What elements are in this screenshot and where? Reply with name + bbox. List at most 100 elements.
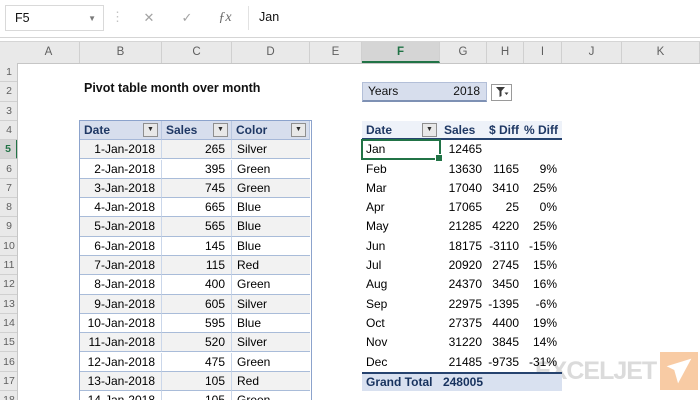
source-cell[interactable]: 745 [162,178,232,199]
pivot-cell[interactable]: Nov [362,333,440,352]
source-cell[interactable]: 105 [162,371,232,392]
source-cell[interactable]: Green [232,352,310,372]
pivot-cell[interactable]: 17065 [440,198,487,217]
pivot-cell[interactable]: 27375 [440,314,487,333]
row-header-9[interactable]: 9 [0,217,17,237]
source-cell[interactable]: Green [232,178,310,199]
row-header-5[interactable]: 5 [0,140,17,160]
pivot-cell[interactable]: 16% [524,275,562,294]
formula-input[interactable]: Jan [259,10,279,24]
pivot-cell[interactable]: 21485 [440,353,487,372]
column-header-J[interactable]: J [562,42,622,63]
row-header-6[interactable]: 6 [0,159,17,179]
source-header-color[interactable]: Color ▼ [232,120,310,141]
source-cell[interactable]: Red [232,256,310,276]
pivot-cell[interactable]: 3845 [487,333,524,352]
pivot-cell[interactable]: Mar [362,179,440,198]
pivot-cell[interactable]: 25% [524,217,562,236]
source-cell[interactable]: Silver [232,333,310,353]
pivot-cell[interactable]: Jan [362,140,440,159]
row-header-18[interactable]: 18 [0,391,17,400]
pivot-cell[interactable]: -6% [524,295,562,314]
years-filter-button[interactable] [491,83,512,101]
source-cell[interactable]: 395 [162,159,232,179]
source-header-sales[interactable]: Sales ▼ [162,120,232,141]
pivot-cell[interactable]: 19% [524,314,562,333]
pivot-cell[interactable]: 21285 [440,217,487,236]
source-cell[interactable]: 14-Jan-2018 [80,391,162,400]
pivot-cell[interactable]: -3110 [487,237,524,256]
column-header-B[interactable]: B [80,42,162,63]
source-cell[interactable]: 1-Jan-2018 [80,140,162,160]
column-header-K[interactable]: K [622,42,700,63]
source-cell[interactable]: 3-Jan-2018 [80,178,162,199]
column-header-D[interactable]: D [232,42,310,63]
source-header-date[interactable]: Date ▼ [80,120,162,141]
pivot-cell[interactable]: 14% [524,333,562,352]
source-cell[interactable]: Green [232,391,310,400]
row-header-10[interactable]: 10 [0,236,17,256]
name-box[interactable]: F5 ▼ [5,5,104,31]
pivot-cell[interactable]: -31% [524,353,562,372]
source-cell[interactable]: 400 [162,275,232,295]
source-cell[interactable]: 595 [162,313,232,334]
source-cell[interactable]: Green [232,275,310,295]
pivot-cell[interactable]: 15% [524,256,562,275]
pivot-cell[interactable]: Sep [362,295,440,314]
name-box-arrow-icon[interactable]: ▼ [88,14,103,23]
source-cell[interactable]: 115 [162,256,232,276]
pivot-cell[interactable]: 17040 [440,179,487,198]
sheet-title[interactable]: Pivot table month over month [84,81,260,95]
source-cell[interactable]: 11-Jan-2018 [80,333,162,353]
column-header-H[interactable]: H [487,42,524,63]
source-cell[interactable]: 475 [162,352,232,372]
pivot-cell[interactable]: -9735 [487,353,524,372]
row-header-7[interactable]: 7 [0,178,17,199]
source-cell[interactable]: 105 [162,391,232,400]
source-cell[interactable]: 2-Jan-2018 [80,159,162,179]
pivot-cell[interactable]: -1395 [487,295,524,314]
column-header-A[interactable]: A [18,42,80,63]
row-header-8[interactable]: 8 [0,198,17,218]
pivot-header-sales[interactable]: Sales [440,120,487,141]
source-cell[interactable]: 6-Jan-2018 [80,236,162,256]
years-filter-cell[interactable]: Years 2018 [362,82,487,102]
pivot-cell[interactable]: Feb [362,160,440,179]
row-header-4[interactable]: 4 [0,120,17,141]
row-header-16[interactable]: 16 [0,352,17,372]
pivot-cell[interactable]: 25 [487,198,524,217]
pivot-cell[interactable]: 22975 [440,295,487,314]
source-cell[interactable]: 145 [162,236,232,256]
source-cell[interactable]: Red [232,371,310,392]
source-cell[interactable]: 665 [162,198,232,218]
pivot-header-%diff[interactable]: % Diff [524,120,562,141]
pivot-cell[interactable]: Oct [362,314,440,333]
pivot-cell[interactable]: Apr [362,198,440,217]
pivot-cell[interactable]: 4220 [487,217,524,236]
column-header-F[interactable]: F [362,42,440,63]
source-cell[interactable]: Blue [232,236,310,256]
pivot-header-date[interactable]: Date ▼ [362,120,440,141]
pivot-cell[interactable]: 0% [524,198,562,217]
source-cell[interactable]: 565 [162,217,232,237]
pivot-grand-total-row[interactable]: Grand Total 248005 [362,371,562,392]
filter-dropdown-sales[interactable]: ▼ [213,123,228,138]
pivot-cell[interactable]: 20920 [440,256,487,275]
column-header-G[interactable]: G [440,42,487,63]
row-header-15[interactable]: 15 [0,333,17,353]
pivot-cell[interactable]: 24370 [440,275,487,294]
pivot-cell[interactable]: 25% [524,179,562,198]
source-cell[interactable]: 13-Jan-2018 [80,371,162,392]
column-header-I[interactable]: I [524,42,562,63]
source-cell[interactable]: Blue [232,313,310,334]
source-cell[interactable]: 520 [162,333,232,353]
filter-dropdown-color[interactable]: ▼ [291,123,306,138]
pivot-cell[interactable]: -15% [524,237,562,256]
pivot-cell[interactable]: Jun [362,237,440,256]
source-cell[interactable]: 8-Jan-2018 [80,275,162,295]
row-header-14[interactable]: 14 [0,313,17,334]
source-cell[interactable]: 10-Jan-2018 [80,313,162,334]
pivot-cell[interactable]: 12465 [440,140,487,159]
cancel-icon[interactable]: ✕ [136,7,162,29]
row-header-17[interactable]: 17 [0,371,17,392]
